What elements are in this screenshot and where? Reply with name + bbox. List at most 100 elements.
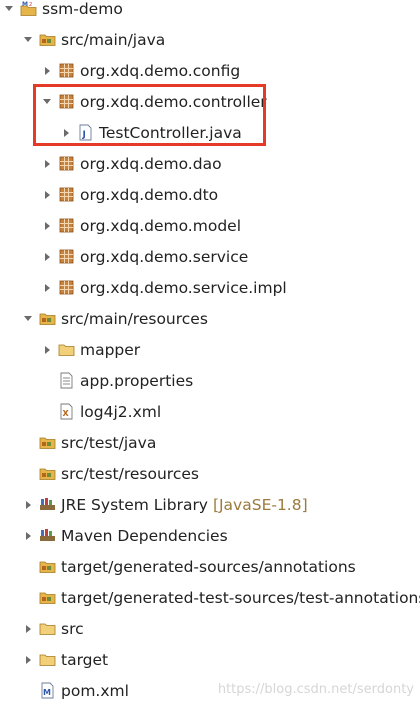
maven-pom-icon: M <box>39 682 56 699</box>
label-text: src/main/resources <box>61 309 208 328</box>
label-text: org.xdq.demo.dao <box>80 154 222 173</box>
tree-item-org-xdq-demo-controller[interactable]: org.xdq.demo.controller <box>0 86 420 117</box>
package-icon <box>58 93 75 110</box>
tree-item-target-generated-sources-annotations[interactable]: target/generated-sources/annotations <box>0 551 420 582</box>
tree-item-label: org.xdq.demo.service <box>80 248 248 266</box>
xml-file-icon: X <box>58 403 75 420</box>
tree-item-label: app.properties <box>80 372 193 390</box>
source-folder-icon <box>39 434 56 451</box>
expand-arrow-icon[interactable] <box>21 33 35 47</box>
package-icon <box>58 279 75 296</box>
collapse-arrow-icon[interactable] <box>59 126 73 140</box>
tree-item-label: target <box>61 651 108 669</box>
tree-item-org-xdq-demo-service-impl[interactable]: org.xdq.demo.service.impl <box>0 272 420 303</box>
project-explorer-tree: M 2 ssm-demo src/main/java org.xdq.demo.conf… <box>0 0 420 704</box>
collapse-arrow-icon[interactable] <box>40 250 54 264</box>
tree-item-label: JRE System Library [JavaSE-1.8] <box>61 496 308 514</box>
tree-item-maven-dependencies[interactable]: Maven Dependencies <box>0 520 420 551</box>
source-folder-icon <box>39 310 56 327</box>
tree-item-label: mapper <box>80 341 140 359</box>
tree-item-label: org.xdq.demo.dao <box>80 155 222 173</box>
collapse-arrow-icon[interactable] <box>21 653 35 667</box>
package-icon <box>58 248 75 265</box>
tree-item-jre-system-library[interactable]: JRE System Library [JavaSE-1.8] <box>0 489 420 520</box>
tree-item-label: TestController.java <box>99 124 242 142</box>
tree-item-label: target/generated-test-sources/test-annot… <box>61 589 420 607</box>
tree-item-src-main-resources[interactable]: src/main/resources <box>0 303 420 334</box>
expand-arrow-icon[interactable] <box>40 95 54 109</box>
label-text: org.xdq.demo.service.impl <box>80 278 287 297</box>
label-text: mapper <box>80 340 141 359</box>
tree-item-label: org.xdq.demo.model <box>80 217 241 235</box>
package-icon <box>58 217 75 234</box>
tree-item-src-test-java[interactable]: src/test/java <box>0 427 420 458</box>
tree-item-ssm-demo[interactable]: M 2 ssm-demo <box>0 0 420 24</box>
collapse-arrow-icon[interactable] <box>40 343 54 357</box>
svg-text:X: X <box>63 409 70 418</box>
tree-item-label: org.xdq.demo.service.impl <box>80 279 287 297</box>
tree-item-app-properties[interactable]: app.properties <box>0 365 420 396</box>
tree-item-src-main-java[interactable]: src/main/java <box>0 24 420 55</box>
tree-item-org-xdq-demo-service[interactable]: org.xdq.demo.service <box>0 241 420 272</box>
label-text: src/test/java <box>61 433 157 452</box>
tree-item-org-xdq-demo-dao[interactable]: org.xdq.demo.dao <box>0 148 420 179</box>
collapse-arrow-icon[interactable] <box>40 157 54 171</box>
tree-item-log4j2-xml[interactable]: Xlog4j2.xml <box>0 396 420 427</box>
tree-item-org-xdq-demo-model[interactable]: org.xdq.demo.model <box>0 210 420 241</box>
label-text: org.xdq.demo.model <box>80 216 242 235</box>
collapse-arrow-icon[interactable] <box>40 219 54 233</box>
collapse-arrow-icon[interactable] <box>21 622 35 636</box>
package-icon <box>58 186 75 203</box>
label-text: org.xdq.demo.controller <box>80 92 267 111</box>
tree-item-label: ssm-demo <box>42 0 123 18</box>
tree-item-label: org.xdq.demo.controller <box>80 93 267 111</box>
source-folder-icon <box>39 31 56 48</box>
package-icon <box>58 155 75 172</box>
tree-item-src-test-resources[interactable]: src/test/resources <box>0 458 420 489</box>
tree-item-label: src/test/resources <box>61 465 199 483</box>
label-text: org.xdq.demo.config <box>80 61 241 80</box>
expand-arrow-icon[interactable] <box>21 312 35 326</box>
tree-item-testcontroller-java[interactable]: J TestController.java <box>0 117 420 148</box>
collapse-arrow-icon[interactable] <box>21 529 35 543</box>
tree-item-label: Maven Dependencies <box>61 527 228 545</box>
tree-item-org-xdq-demo-config[interactable]: org.xdq.demo.config <box>0 55 420 86</box>
label-text: TestController.java <box>99 123 242 142</box>
tree-item-org-xdq-demo-dto[interactable]: org.xdq.demo.dto <box>0 179 420 210</box>
collapse-arrow-icon[interactable] <box>40 64 54 78</box>
collapse-arrow-icon[interactable] <box>40 188 54 202</box>
label-text: Maven Dependencies <box>61 526 228 545</box>
label-text: JRE System Library <box>61 495 208 514</box>
tree-item-target[interactable]: target <box>0 644 420 675</box>
tree-item-label: pom.xml <box>61 682 129 700</box>
label-text: log4j2.xml <box>80 402 162 421</box>
source-folder-icon <box>39 589 56 606</box>
folder-icon <box>39 620 56 637</box>
expand-arrow-icon[interactable] <box>2 2 16 16</box>
label-text: org.xdq.demo.service <box>80 247 249 266</box>
tree-item-src[interactable]: src <box>0 613 420 644</box>
tree-item-label: src/test/java <box>61 434 156 452</box>
folder-icon <box>39 651 56 668</box>
source-folder-icon <box>39 465 56 482</box>
tree-item-label: src <box>61 620 84 638</box>
tree-item-mapper[interactable]: mapper <box>0 334 420 365</box>
collapse-arrow-icon[interactable] <box>40 281 54 295</box>
tree-item-target-generated-test-sources-test-annotations[interactable]: target/generated-test-sources/test-annot… <box>0 582 420 613</box>
collapse-arrow-icon[interactable] <box>21 498 35 512</box>
label-text: ssm-demo <box>42 0 123 18</box>
svg-text:J: J <box>82 130 86 140</box>
tree-item-label: org.xdq.demo.config <box>80 62 240 80</box>
tree-item-label: org.xdq.demo.dto <box>80 186 218 204</box>
label-text: app.properties <box>80 371 194 390</box>
maven-project-icon: M2 <box>20 0 37 17</box>
watermark: https://blog.csdn.net/serdonty <box>217 682 414 697</box>
library-icon <box>39 496 56 513</box>
label-text: org.xdq.demo.dto <box>80 185 219 204</box>
tree-item-label: src/main/java <box>61 31 165 49</box>
